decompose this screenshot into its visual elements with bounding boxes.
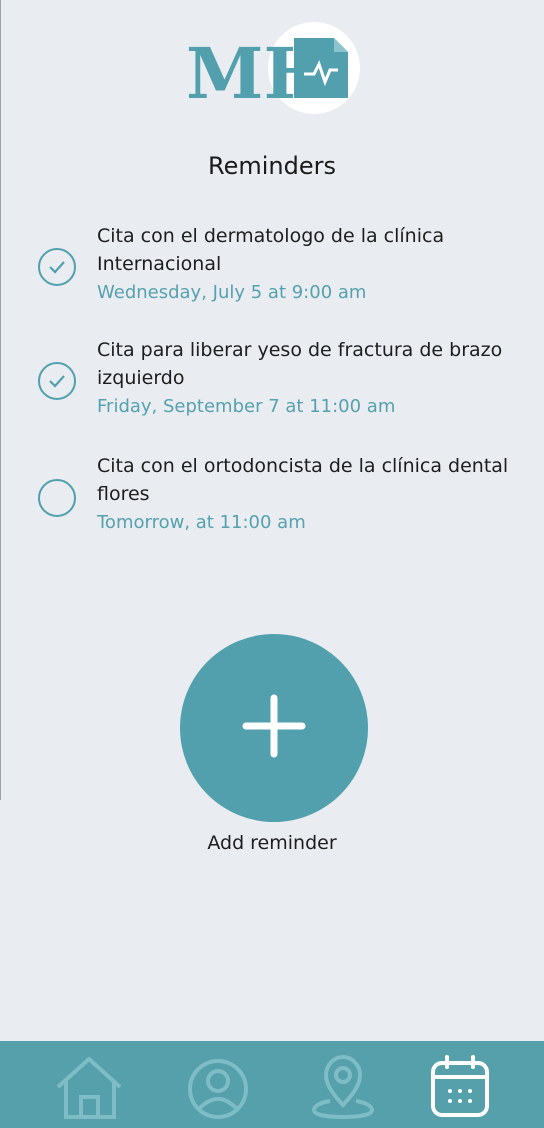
reminder-title: Cita con el dermatologo de la clínica In…: [97, 225, 445, 275]
logo-mark: MH: [186, 22, 360, 115]
nav-profile[interactable]: [184, 1053, 256, 1121]
reminder-text: Cita con el ortodoncista de la clínica d…: [97, 452, 517, 537]
reminder-title: Cita con el ortodoncista de la clínica d…: [97, 455, 509, 505]
checkbox-checked[interactable]: [38, 248, 76, 286]
plus-icon: [242, 694, 306, 758]
left-divider: [0, 0, 1, 800]
nav-calendar[interactable]: [428, 1053, 500, 1121]
home-icon: [56, 1057, 122, 1119]
app-logo: MH: [186, 22, 362, 116]
profile-icon: [188, 1059, 248, 1119]
add-reminder-button[interactable]: [180, 634, 368, 822]
reminder-time: Tomorrow, at 11:00 am: [97, 512, 306, 533]
reminder-title: Cita para liberar yeso de fractura de br…: [97, 339, 503, 389]
calendar-icon: [431, 1055, 489, 1117]
checkbox-unchecked[interactable]: [38, 479, 76, 517]
add-reminder-label: Add reminder: [207, 832, 337, 854]
page-title: Reminders: [208, 152, 336, 180]
bottom-navigation: [0, 1041, 544, 1128]
reminder-text: Cita con el dermatologo de la clínica In…: [97, 222, 517, 307]
location-icon: [311, 1054, 375, 1120]
reminder-time: Wednesday, July 5 at 9:00 am: [97, 282, 367, 303]
nav-home[interactable]: [54, 1053, 126, 1121]
reminder-text: Cita para liberar yeso de fractura de br…: [97, 336, 517, 421]
checkmark-icon: [49, 261, 65, 274]
checkmark-icon: [49, 375, 65, 388]
checkbox-checked[interactable]: [38, 362, 76, 400]
reminder-time: Friday, September 7 at 11:00 am: [97, 396, 396, 417]
nav-location[interactable]: [308, 1053, 380, 1121]
